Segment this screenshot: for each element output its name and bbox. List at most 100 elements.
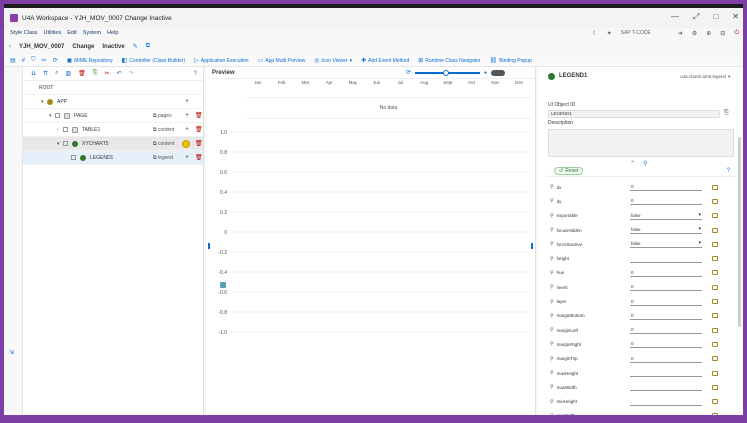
- delete-node-icon[interactable]: 🗑: [195, 140, 203, 147]
- property-help-icon[interactable]: [712, 241, 718, 247]
- undo-icon[interactable]: ↶: [117, 70, 122, 77]
- property-input[interactable]: 0: [630, 183, 702, 192]
- binding-toggle-icon[interactable]: ⚲: [550, 198, 554, 204]
- binding-toggle-icon[interactable]: ⚲: [550, 227, 554, 233]
- property-input[interactable]: 0: [630, 298, 702, 306]
- power-icon[interactable]: ⏻: [734, 30, 739, 37]
- menu-system[interactable]: System: [83, 30, 101, 36]
- rail-expand-icon[interactable]: ⇲: [9, 349, 14, 356]
- property-select[interactable]: false: [630, 240, 702, 249]
- cut-icon[interactable]: ✂: [105, 70, 110, 77]
- tcode-input[interactable]: SAP T-CODE: [621, 30, 669, 36]
- refresh-icon[interactable]: ⟳: [406, 69, 411, 76]
- property-select[interactable]: false: [630, 226, 702, 235]
- property-help-icon[interactable]: [712, 399, 718, 405]
- property-input[interactable]: [630, 369, 702, 377]
- property-input[interactable]: 0: [630, 269, 702, 277]
- bird-icon[interactable]: ✦: [607, 30, 612, 37]
- right-splitter-handle[interactable]: [531, 243, 533, 249]
- close-icon[interactable]: ✕: [732, 12, 739, 22]
- property-help-icon[interactable]: [712, 184, 718, 190]
- binding-toggle-icon[interactable]: ⚲: [550, 370, 554, 376]
- info-icon[interactable]: ✦: [727, 74, 731, 79]
- collapse-all-icon[interactable]: ⇈: [43, 70, 48, 77]
- binding-toggle-icon[interactable]: ⚲: [550, 327, 554, 333]
- binding-toggle-icon[interactable]: ⚲: [550, 241, 554, 247]
- property-select[interactable]: false: [630, 212, 702, 220]
- left-splitter-handle[interactable]: [208, 243, 210, 249]
- tree-row[interactable]: ▾ APP +: [23, 95, 203, 109]
- tree-row[interactable]: ROOT: [23, 81, 203, 95]
- props-help-icon[interactable]: ?: [727, 168, 730, 174]
- property-input[interactable]: [630, 412, 702, 415]
- property-input[interactable]: 0: [630, 340, 702, 349]
- zoom-slider-knob[interactable]: [443, 69, 450, 76]
- property-help-icon[interactable]: [712, 327, 718, 333]
- menu-style-class[interactable]: Style Class: [10, 30, 38, 36]
- add-event-method-button[interactable]: ✚ Add Event Method: [361, 57, 409, 65]
- property-help-icon[interactable]: [712, 227, 718, 233]
- property-input[interactable]: 0: [630, 197, 702, 206]
- property-help-icon[interactable]: [712, 341, 718, 347]
- property-input[interactable]: [630, 398, 702, 406]
- property-help-icon[interactable]: [712, 284, 718, 290]
- property-help-icon[interactable]: [712, 299, 718, 305]
- runtime-class-navigator-button[interactable]: ⊞ Runtime Class Navigator: [418, 57, 480, 65]
- property-help-icon[interactable]: [712, 413, 718, 415]
- add-child-icon[interactable]: +: [185, 126, 189, 133]
- tcode-run-icon[interactable]: ➜: [678, 30, 683, 37]
- binding-toggle-icon[interactable]: ⚲: [550, 384, 554, 390]
- settings-icon[interactable]: ⚙: [692, 30, 697, 37]
- shield-icon[interactable]: ⛉: [31, 57, 36, 64]
- column-icon[interactable]: ▥: [65, 70, 71, 77]
- property-input[interactable]: 0: [630, 326, 702, 335]
- description-textarea[interactable]: [548, 129, 734, 157]
- expand-all-icon[interactable]: ⇊: [31, 70, 36, 77]
- property-help-icon[interactable]: [712, 213, 718, 219]
- binding-toggle-icon[interactable]: ⚲: [550, 213, 554, 219]
- zoom-slider[interactable]: [415, 69, 481, 76]
- binding-toggle-icon[interactable]: ⚲: [550, 356, 554, 362]
- restore-icon[interactable]: ⤢: [693, 12, 699, 22]
- display-change-icon[interactable]: ✎: [133, 43, 138, 50]
- tree-row[interactable]: ▾ XYCHART5 ⧉ content 🗑: [23, 137, 203, 151]
- binding-toggle-icon[interactable]: ⚲: [550, 399, 554, 405]
- redo-icon[interactable]: ↷: [129, 70, 134, 77]
- app-multi-preview-button[interactable]: ▭ App Multi Preview: [258, 57, 306, 65]
- property-help-icon[interactable]: [712, 256, 718, 262]
- tree-checkbox[interactable]: [55, 113, 60, 118]
- property-input[interactable]: [630, 383, 702, 392]
- application-execution-button[interactable]: ▷ Application Execution: [194, 57, 248, 65]
- tree-row[interactable]: LEGEND1 ⧉ legend + 🗑: [23, 151, 203, 165]
- help-icon[interactable]: ?: [194, 71, 197, 77]
- tree-row[interactable]: › TABLE1 ⧉ content + 🗑: [23, 123, 203, 137]
- minimize-icon[interactable]: —: [671, 12, 679, 22]
- object-id-field[interactable]: LEGEND1: [548, 110, 720, 118]
- property-help-icon[interactable]: [712, 370, 718, 376]
- hash-icon[interactable]: #: [22, 58, 25, 64]
- binding-toggle-icon[interactable]: ⚲: [550, 299, 554, 305]
- binding-toggle-icon[interactable]: ⚲: [550, 413, 554, 415]
- binding-toggle-icon[interactable]: ⚲: [550, 256, 554, 262]
- props-scrollbar[interactable]: [738, 137, 741, 327]
- binding-toggle-icon[interactable]: ⚲: [550, 341, 554, 347]
- split-icon[interactable]: ⊟: [720, 30, 725, 37]
- delete-node-icon[interactable]: 🗑: [195, 126, 203, 133]
- property-help-icon[interactable]: [712, 356, 718, 362]
- binding-popup-button[interactable]: ⛓ Binding Popup: [490, 57, 532, 65]
- mime-repository-button[interactable]: ▣ MIME Repository: [67, 57, 113, 65]
- tools-icon[interactable]: ✂: [42, 57, 47, 64]
- sync-icon[interactable]: ⟳: [53, 57, 58, 64]
- tree-checkbox[interactable]: [63, 127, 68, 132]
- property-help-icon[interactable]: [712, 270, 718, 276]
- tree-checkbox[interactable]: [63, 141, 68, 146]
- add-child-icon[interactable]: +: [185, 98, 189, 105]
- globe-icon[interactable]: ⊕: [706, 30, 711, 37]
- warning-badge-icon[interactable]: [182, 139, 190, 148]
- maximize-icon[interactable]: □: [713, 12, 718, 22]
- property-input[interactable]: 0: [630, 283, 702, 292]
- back-button[interactable]: ‹: [9, 44, 11, 50]
- icon-viewer-button[interactable]: ◎ Icon Viewer ▾: [314, 57, 352, 65]
- delete-node-icon[interactable]: 🗑: [195, 154, 203, 161]
- external-link-icon[interactable]: ⧉: [146, 43, 150, 50]
